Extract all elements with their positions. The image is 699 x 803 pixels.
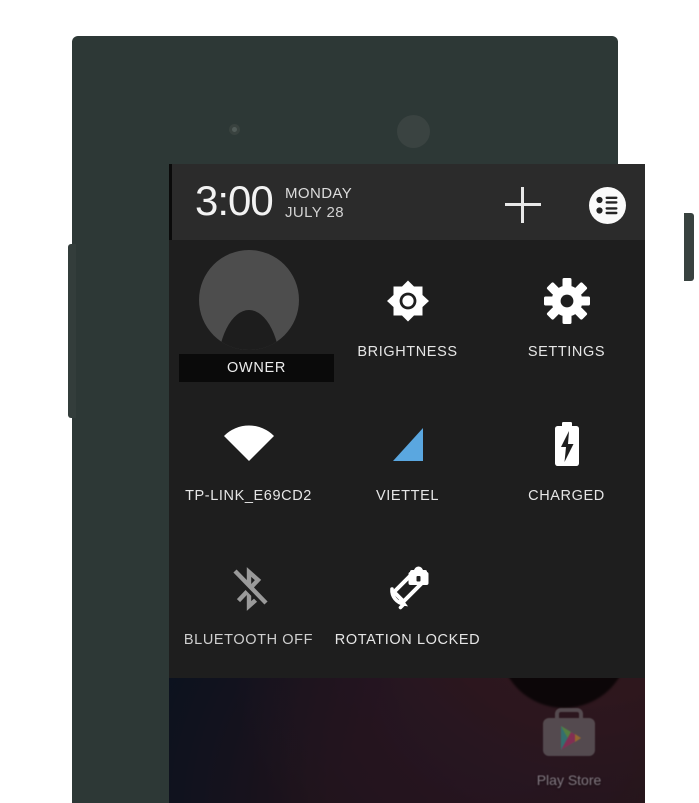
qs-tile-label-rotation: ROTATION LOCKED	[334, 632, 481, 648]
wifi-icon	[169, 418, 328, 472]
qs-row-2: TP-LINK_E69CD2 VIETTEL CHARGED	[169, 390, 645, 534]
power-button[interactable]	[684, 213, 694, 281]
qs-tile-battery[interactable]: CHARGED	[487, 390, 645, 534]
quick-settings-tiles: OWNER BRIGHTNESS SETTINGS TP-LINK_E69CD2…	[169, 240, 645, 678]
phone-screen: Play Store 3:00 MONDAY JULY 28 OWNER BRI…	[169, 164, 645, 803]
bluetooth-off-icon	[169, 562, 328, 616]
qs-row-3: BLUETOOTH OFF ROTATION LOCKED	[169, 534, 487, 678]
user-label-bar: OWNER	[179, 354, 334, 382]
brightness-sun-icon	[328, 274, 487, 328]
qs-row-1: OWNER BRIGHTNESS SETTINGS	[169, 246, 645, 390]
add-user-button[interactable]	[505, 187, 541, 223]
screenshot-root: Play Store 3:00 MONDAY JULY 28 OWNER BRI…	[0, 0, 699, 803]
date-block: MONDAY JULY 28	[285, 184, 352, 222]
quick-settings-header: 3:00 MONDAY JULY 28	[169, 164, 645, 240]
qs-tile-rotation[interactable]: ROTATION LOCKED	[328, 534, 487, 678]
app-label-play-store: Play Store	[536, 772, 602, 788]
list-icon	[596, 196, 618, 215]
date-day: MONDAY	[285, 185, 353, 202]
gear-icon	[487, 274, 645, 328]
speaker-dot-icon	[397, 115, 430, 148]
qs-tile-label-bluetooth: BLUETOOTH OFF	[183, 632, 314, 648]
quick-settings-panel: 3:00 MONDAY JULY 28 OWNER BRIGHTNESS SET…	[169, 164, 645, 678]
qs-tile-label-settings: SETTINGS	[527, 344, 606, 360]
clock-time: 3:00	[195, 177, 274, 224]
qs-tile-label-battery: CHARGED	[528, 488, 605, 504]
user-avatar-icon	[199, 250, 299, 350]
qs-tile-label-brightness: BRIGHTNESS	[357, 344, 458, 360]
date-date: JULY 28	[285, 204, 344, 221]
app-icon-play-store[interactable]: Play Store	[521, 698, 617, 788]
qs-tile-brightness[interactable]: BRIGHTNESS	[328, 246, 487, 390]
qs-tile-cellular[interactable]: VIETTEL	[328, 390, 487, 534]
notifications-toggle-button[interactable]	[589, 187, 626, 224]
qs-tile-label-wifi: TP-LINK_E69CD2	[185, 488, 312, 504]
play-store-icon	[521, 698, 617, 770]
signal-bars-icon	[328, 418, 487, 472]
phone-device-frame: Play Store 3:00 MONDAY JULY 28 OWNER BRI…	[72, 36, 694, 803]
volume-button[interactable]	[68, 244, 76, 418]
qs-tile-settings[interactable]: SETTINGS	[487, 246, 645, 390]
qs-tile-label-user: OWNER	[226, 360, 287, 376]
rotation-locked-icon	[328, 562, 487, 616]
front-camera-dot-icon	[229, 124, 240, 135]
qs-tile-user[interactable]: OWNER	[169, 246, 334, 390]
qs-tile-bluetooth[interactable]: BLUETOOTH OFF	[169, 534, 328, 678]
battery-charging-icon	[487, 418, 645, 472]
qs-tile-label-cellular: VIETTEL	[375, 488, 440, 504]
qs-tile-wifi[interactable]: TP-LINK_E69CD2	[169, 390, 328, 534]
